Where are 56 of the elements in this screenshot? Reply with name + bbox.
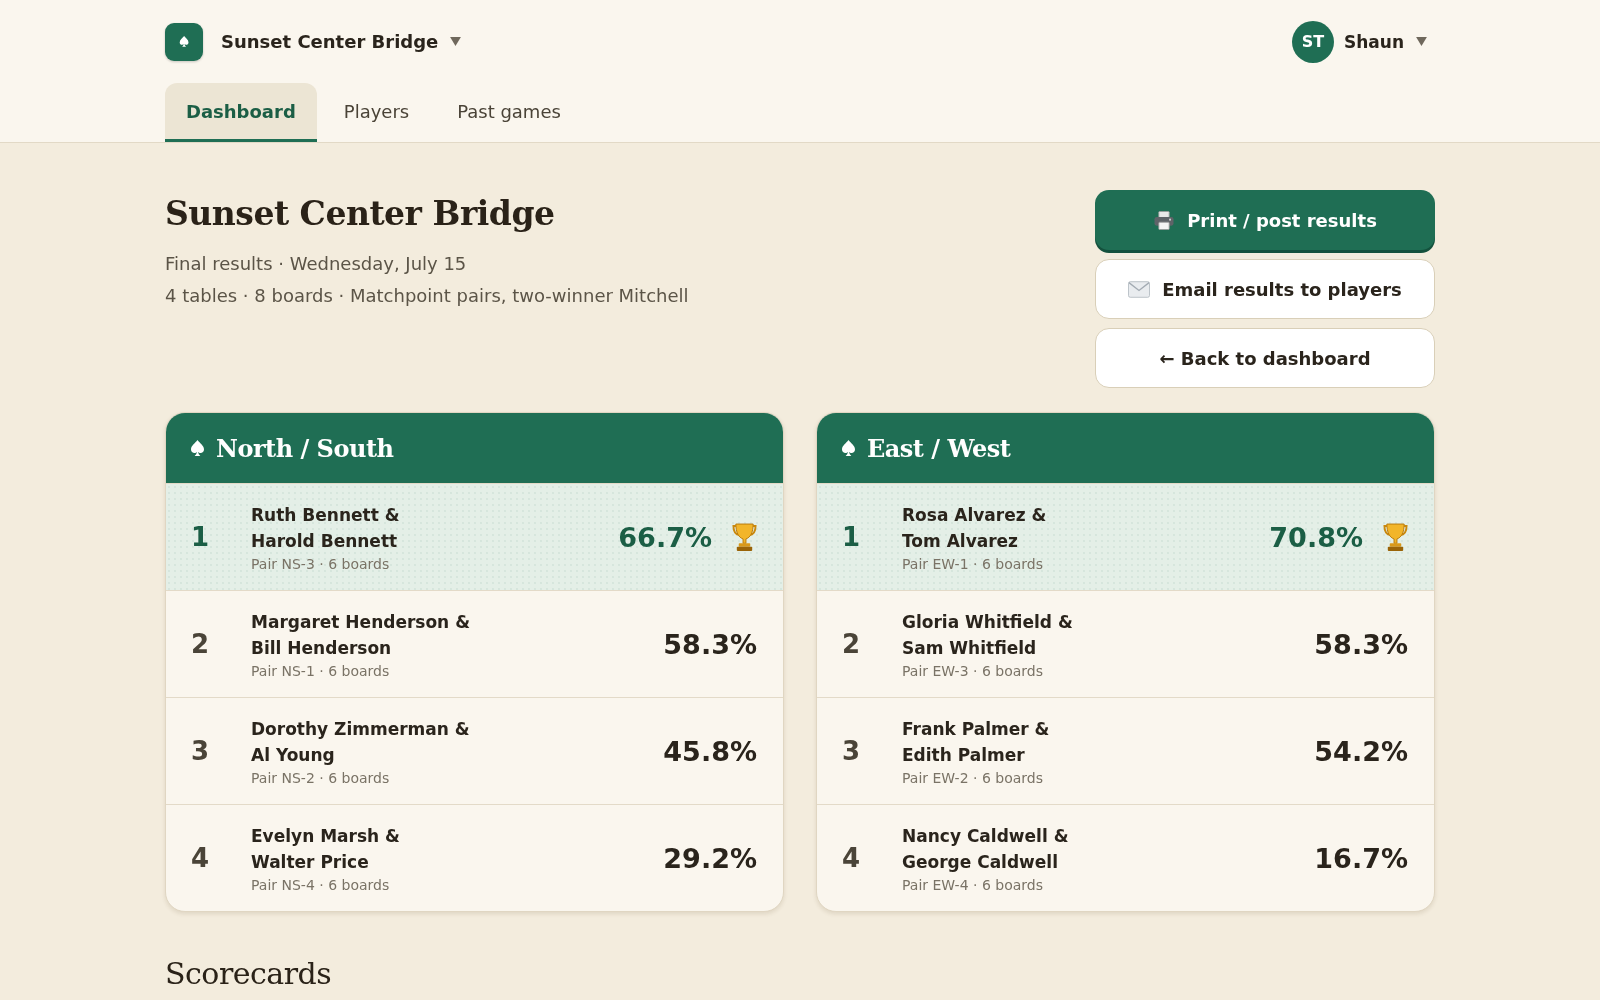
pair-names: Rosa Alvarez & Tom Alvarez	[902, 504, 1047, 553]
score-percentage: 58.3%	[1314, 628, 1408, 660]
trophy-icon	[1383, 522, 1408, 552]
printer-icon	[1153, 210, 1176, 230]
pair-names: Margaret Henderson & Bill Henderson	[251, 611, 470, 660]
caret-icon[interactable]	[1416, 37, 1427, 46]
score-percentage: 54.2%	[1314, 735, 1408, 767]
nav-tab[interactable]: Past games	[436, 83, 582, 142]
score-percentage: 45.8%	[663, 735, 757, 767]
rank: 3	[191, 736, 211, 766]
direction-title: East / West	[867, 433, 1011, 463]
rank: 1	[842, 522, 862, 552]
print-button[interactable]: Print / post results	[1095, 190, 1435, 250]
spade-icon	[191, 440, 204, 456]
pair-names: Evelyn Marsh & Walter Price	[251, 825, 400, 874]
pair-names: Gloria Whitfield & Sam Whitfield	[902, 611, 1073, 660]
trophy-icon	[732, 522, 757, 552]
pair-names: Ruth Bennett & Harold Bennett	[251, 504, 400, 553]
pair-names: Frank Palmer & Edith Palmer	[902, 718, 1050, 767]
nav-tab[interactable]: Players	[322, 83, 431, 142]
user-name[interactable]: Shaun	[1343, 31, 1404, 52]
score-percentage: 29.2%	[663, 842, 757, 874]
pair-names: Nancy Caldwell & George Caldwell	[902, 825, 1069, 874]
back-button[interactable]: ← Back to dashboard	[1095, 328, 1435, 388]
avatar[interactable]: ST	[1291, 20, 1334, 63]
pair-details: Pair NS-2 · 6 boards	[251, 770, 390, 786]
envelope-icon	[1128, 279, 1151, 299]
score-percentage: 58.3%	[663, 628, 757, 660]
rank: 1	[191, 522, 211, 552]
pair-names: Dorothy Zimmerman & Al Young	[251, 718, 470, 767]
email-button[interactable]: Email results to players	[1095, 259, 1435, 319]
score-percentage: 16.7%	[1314, 842, 1408, 874]
event-details: 4 tables · 8 boards · Matchpoint pairs, two-winner Mitchell	[165, 284, 689, 308]
pair-details: Pair EW-3 · 6 boards	[902, 663, 1043, 679]
pair-details: Pair EW-1 · 6 boards	[902, 556, 1043, 572]
score-percentage: 70.8%	[1269, 521, 1363, 553]
rank: 3	[842, 736, 862, 766]
nav-tab[interactable]: Dashboard	[165, 83, 317, 142]
rank: 2	[191, 629, 211, 659]
spade-icon	[842, 440, 855, 456]
pair-details: Pair EW-2 · 6 boards	[902, 770, 1043, 786]
pair-details: Pair EW-4 · 6 boards	[902, 877, 1043, 893]
direction-title: North / South	[216, 433, 394, 463]
section-heading: Scorecards	[165, 956, 333, 991]
club-name[interactable]: Sunset Center Bridge	[221, 31, 439, 52]
spade-logo-icon	[165, 22, 203, 61]
pair-details: Pair NS-4 · 6 boards	[251, 877, 390, 893]
rank: 4	[842, 843, 862, 873]
page-title: Sunset Center Bridge	[165, 193, 556, 235]
pair-details: Pair NS-3 · 6 boards	[251, 556, 390, 572]
rank: 4	[191, 843, 211, 873]
event-details: Final results · Wednesday, July 15	[165, 252, 468, 276]
score-percentage: 66.7%	[618, 521, 712, 553]
caret-icon[interactable]	[450, 37, 462, 46]
rank: 2	[842, 629, 862, 659]
pair-details: Pair NS-1 · 6 boards	[251, 663, 390, 679]
